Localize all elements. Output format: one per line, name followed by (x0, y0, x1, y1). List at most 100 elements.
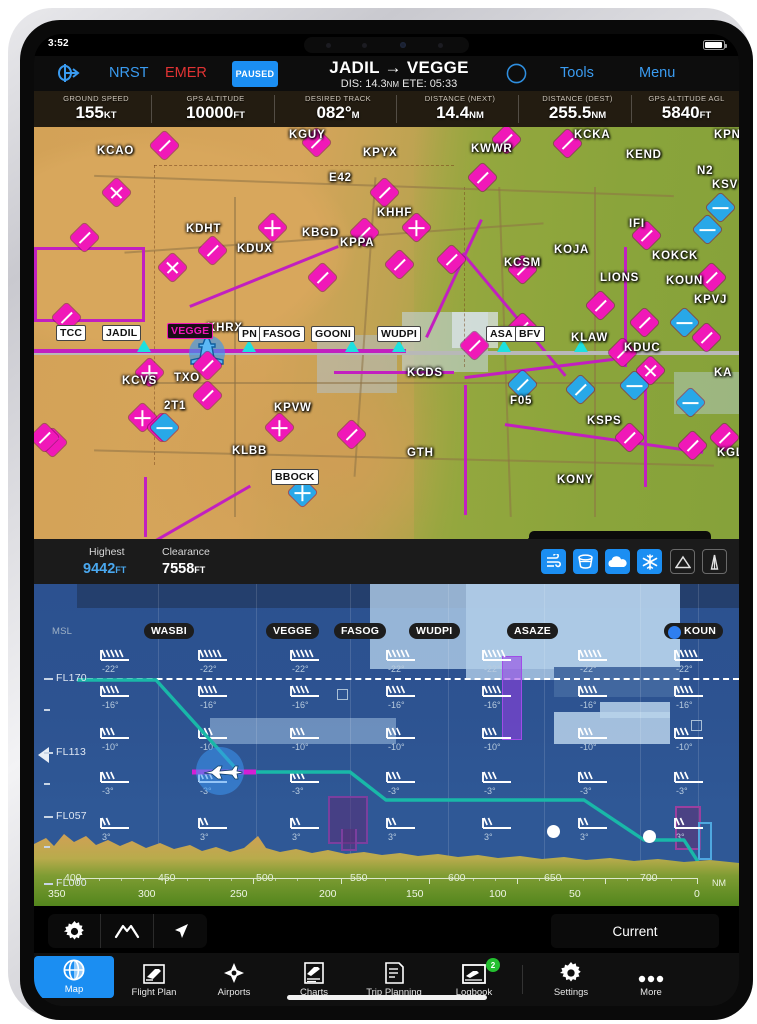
altitude-minor-tick (44, 783, 50, 785)
map-airport-label: KOUN (666, 275, 704, 287)
map-waypoint-label[interactable]: WUDPI (377, 326, 421, 342)
moon-icon[interactable] (506, 63, 527, 84)
tab-more[interactable]: More (611, 953, 691, 1006)
ete-label: ETE: (402, 78, 427, 90)
map-airport-label: KOKCK (652, 250, 699, 262)
map-airport-label: KEND (626, 149, 662, 161)
data-cell-label: DISTANCE (NEXT) (424, 94, 496, 103)
distance-axis-unit: NM (712, 878, 726, 888)
profile-icon[interactable] (101, 914, 154, 948)
data-cell-value: 155KT (75, 103, 117, 122)
altitude-tick-label: FL113 (56, 746, 86, 758)
map-waypoint-label[interactable]: ASA (486, 326, 517, 342)
turbulence-icon[interactable] (573, 549, 598, 574)
tab-airports[interactable]: Airports (194, 953, 274, 1006)
data-cell-ground-speed[interactable]: GROUND SPEED 155KT (36, 91, 156, 127)
dis-unit: NM (386, 80, 400, 89)
data-cell-desired-track[interactable]: DESIRED TRACK 082°M (277, 91, 399, 127)
highest-unit: FT (115, 565, 127, 575)
map-waypoint-label[interactable]: FASOG (259, 326, 305, 342)
map-waypoint-label[interactable]: BBOCK (271, 469, 319, 485)
obstacle-icon[interactable] (702, 549, 727, 574)
vertical-profile-chart[interactable]: -22° -22° -22° -22° -22° -22° -22° -16° -16° -16°… (34, 584, 739, 906)
data-cell-distance-next[interactable]: DISTANCE (NEXT) 14.4NM (399, 91, 521, 127)
distance-axis (77, 878, 697, 879)
distance-tick-bottom: 100 (489, 888, 507, 900)
paused-badge[interactable]: PAUSED (232, 61, 278, 87)
map-waypoint-label[interactable]: TCC (56, 325, 87, 341)
clearance-number: 7558 (162, 561, 195, 577)
gear-icon[interactable] (48, 914, 101, 948)
altitude-tick (44, 752, 53, 754)
map-waypoint-label[interactable]: GOONI (311, 326, 356, 342)
cloud-icon[interactable] (605, 549, 630, 574)
map-airport-label: KPYX (363, 147, 398, 159)
wind-icon[interactable] (541, 549, 566, 574)
data-cell-gps-altitude[interactable]: GPS ALTITUDE 10000FT (154, 91, 277, 127)
map-airport-label: TXO (174, 372, 201, 384)
map-airport-label: 2T1 (164, 400, 187, 412)
highest-value: 9442FT (83, 561, 126, 577)
nearest-button[interactable]: NRST (109, 65, 148, 81)
data-cell-distance-dest[interactable]: DISTANCE (DEST) 255.5NM (521, 91, 634, 127)
distance-tick-bottom: 300 (138, 888, 156, 900)
map-airport-label: KCKA (574, 129, 611, 141)
clearance-unit: FT (194, 565, 206, 575)
data-cell-value: 255.5NM (548, 103, 607, 122)
emergency-button[interactable]: EMER (165, 65, 207, 81)
map-airport-label: KBGD (302, 227, 340, 239)
route-title: JADIL → VEGGE (329, 58, 469, 77)
highest-number: 9442 (83, 561, 116, 577)
route-subtitle: DIS: 14.3NM ETE: 05:33 (309, 78, 489, 90)
distance-tick-bottom: 350 (48, 888, 66, 900)
tab-label: Flight Plan (131, 986, 177, 998)
data-cell-label: DESIRED TRACK (304, 94, 371, 103)
map-airport-label: KPPA (340, 237, 375, 249)
data-cell-label: DISTANCE (DEST) (542, 94, 613, 103)
menu-button[interactable]: Menu (639, 65, 675, 81)
map-airport-label: KPNA (714, 129, 739, 141)
map-airport-label: KLAW (571, 332, 609, 344)
distance-tick-bottom: 150 (406, 888, 424, 900)
altitude-tick (44, 816, 53, 818)
tab-label: More (640, 986, 662, 998)
terrain-triangle-icon[interactable] (670, 549, 695, 574)
map-airport-label: KCSM (504, 257, 542, 269)
map-airport-label: N2 (697, 165, 714, 177)
profile-square-marker (337, 689, 348, 700)
icing-snowflake-icon[interactable] (637, 549, 662, 574)
map-waypoint-label[interactable]: JADIL (102, 325, 142, 341)
map-airport-label: KWWR (471, 143, 513, 155)
direct-to-icon[interactable] (56, 62, 80, 84)
data-cell-gps-altitude-agl[interactable]: GPS ALTITUDE AGL 5840FT (634, 91, 739, 127)
clearance-label: Clearance (162, 546, 210, 558)
dis-value: 14.3 (365, 78, 387, 90)
map-airport-label: KCVS (122, 375, 158, 387)
data-cell-value: 5840FT (661, 103, 712, 122)
airports-icon (223, 962, 245, 984)
map-airport-label: KSPS (587, 415, 622, 427)
map-airport-label: KDUX (237, 243, 273, 255)
map-waypoint-marker[interactable] (137, 340, 151, 352)
map-waypoint-label[interactable]: VEGGE (167, 323, 214, 339)
map-airport-label: KPVW (274, 402, 312, 414)
tab-settings[interactable]: Settings (531, 953, 611, 1006)
ipad-shell: 3:52 NRST EMER PAUSED JADIL → VEGGE DIS:… (8, 8, 753, 1020)
navigation-arrow-icon[interactable] (154, 914, 207, 948)
current-button[interactable]: Current (551, 914, 719, 948)
data-cell-value: 14.4NM (436, 103, 484, 122)
route-summary[interactable]: JADIL → VEGGE DIS: 14.3NM ETE: 05:33 (309, 58, 489, 90)
tab-flight-plan[interactable]: Flight Plan (114, 953, 194, 1006)
chart-controls[interactable] (48, 914, 207, 948)
tab-map[interactable]: Map (34, 956, 114, 998)
altitude-tick (44, 678, 53, 680)
map-waypoint-label[interactable]: BFV (515, 326, 545, 342)
map-airport-label: KOJA (554, 244, 590, 256)
moving-map[interactable]: KCAO KPYX E42 KDHT KDUX KHHF KBGD KPPA KWWR KEND K… (34, 127, 739, 539)
map-waypoint-label[interactable]: PN (238, 326, 261, 342)
map-airport-label: LIONS (600, 272, 640, 284)
dis-label: DIS: (340, 78, 363, 90)
tools-button[interactable]: Tools (560, 65, 594, 81)
home-indicator (286, 995, 487, 1000)
map-airport-label: KDUC (624, 342, 661, 354)
